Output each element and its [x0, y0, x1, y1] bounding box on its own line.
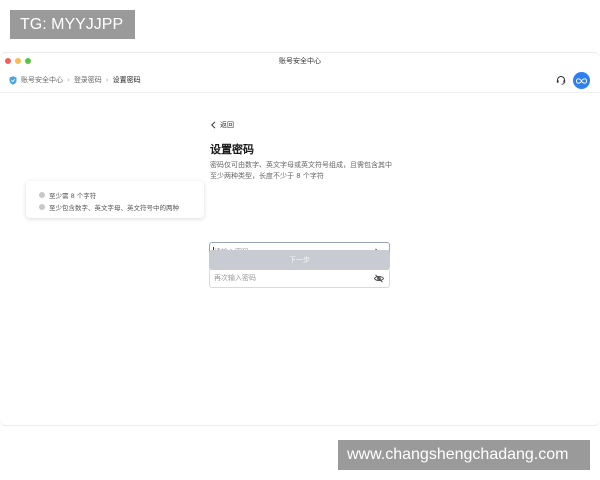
headset-icon[interactable]: [556, 75, 566, 85]
infinity-icon: [576, 77, 587, 84]
back-link[interactable]: 返回: [210, 120, 234, 130]
password-rules-tooltip: 至少需 8 个字符 至少包含数字、英文字母、英文符号中的两种: [26, 181, 204, 218]
status-dot-icon: [39, 204, 45, 210]
screenshot: TG: MYYJJPP 账号安全中心 账号安全中心 › 登录密码 › 设置密码: [0, 0, 600, 480]
status-dot-icon: [39, 192, 45, 198]
chevron-right-icon: ›: [105, 76, 109, 84]
password-rule: 至少包含数字、英文字母、英文符号中的两种: [39, 202, 179, 212]
avatar[interactable]: [573, 72, 590, 89]
eye-off-icon[interactable]: [374, 274, 384, 283]
back-label: 返回: [220, 121, 234, 129]
rule-text: 至少包含数字、英文字母、英文符号中的两种: [49, 204, 179, 212]
breadcrumb-item-security-center[interactable]: 账号安全中心: [21, 75, 63, 85]
window-title: 账号安全中心: [279, 57, 321, 65]
password-requirements-description: 密码仅可由数字、英文字母或英文符号组成，且需包含其中至少两种类型，长度不少于 8…: [210, 161, 392, 180]
title-bar: 账号安全中心: [0, 53, 600, 67]
shield-icon: [9, 75, 17, 85]
page-title: 设置密码: [210, 143, 254, 156]
chevron-right-icon: ›: [67, 76, 70, 84]
breadcrumb: 账号安全中心 › 登录密码 › 设置密码: [9, 75, 141, 85]
nav-bar: 账号安全中心 › 登录密码 › 设置密码: [0, 67, 600, 93]
breadcrumb-item-login-password[interactable]: 登录密码: [74, 75, 102, 85]
watermark-site: www.changshengchadang.com: [338, 440, 590, 470]
password-rule: 至少需 8 个字符: [39, 190, 96, 200]
rule-text: 至少需 8 个字符: [49, 192, 97, 200]
next-step-button[interactable]: 下一步: [209, 250, 390, 270]
breadcrumb-item-set-password: 设置密码: [112, 76, 141, 84]
watermark-tg: TG: MYYJJPP: [10, 10, 135, 39]
chevron-left-icon: [211, 121, 216, 129]
confirm-password-input[interactable]: [214, 271, 364, 285]
app-window: 账号安全中心 账号安全中心 › 登录密码 › 设置密码: [0, 52, 600, 426]
confirm-password-field[interactable]: [209, 268, 390, 288]
